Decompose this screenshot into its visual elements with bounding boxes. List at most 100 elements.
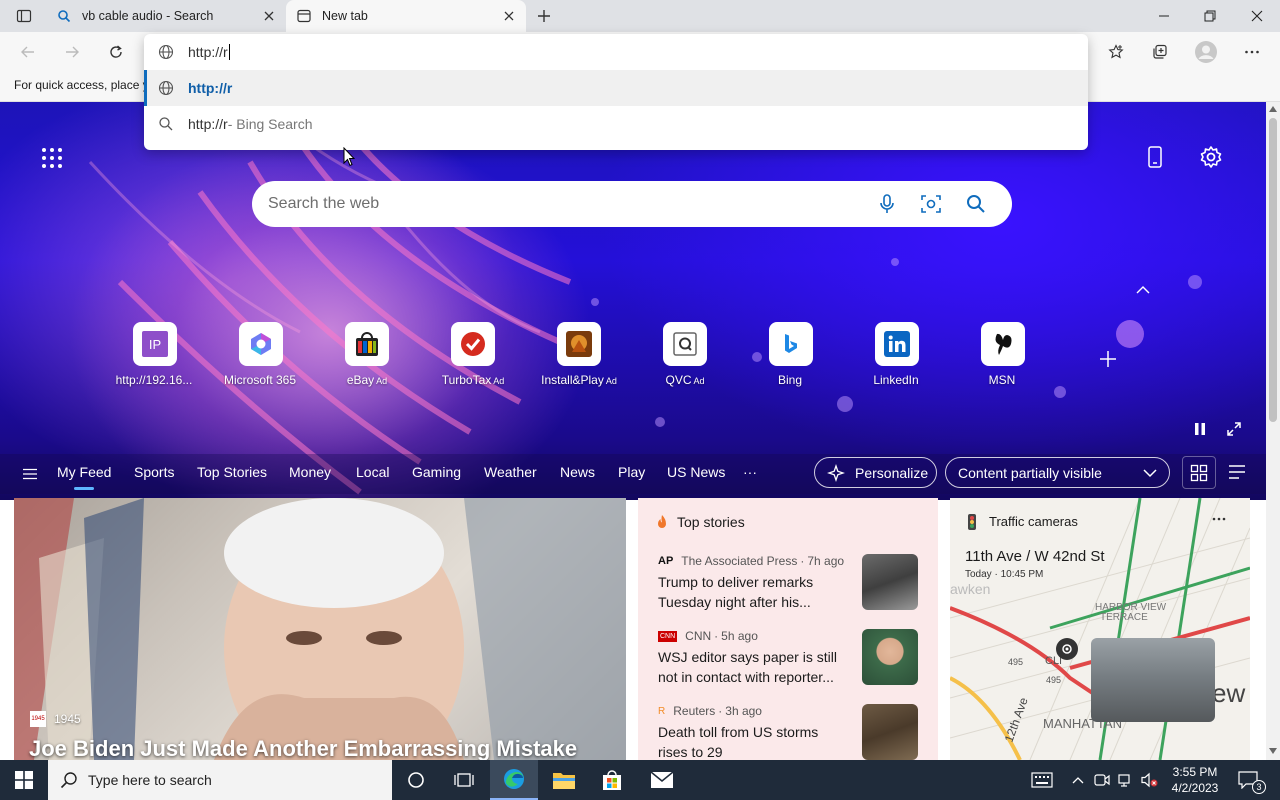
keyboard-icon[interactable] [1018, 760, 1066, 800]
address-bar-input[interactable]: http://r [144, 34, 1088, 70]
quick-link-bing[interactable]: Bing [746, 322, 836, 387]
forward-arrow-icon[interactable] [56, 36, 88, 68]
suggestion-bing-search[interactable]: http://r - Bing Search [144, 106, 1088, 142]
task-view-icon[interactable] [440, 760, 488, 800]
search-icon[interactable] [965, 193, 987, 215]
reuters-logo: R [658, 705, 666, 717]
quick-link-linkedin[interactable]: LinkedIn [852, 322, 942, 387]
collections-icon[interactable] [1144, 36, 1176, 68]
refresh-icon[interactable] [100, 36, 132, 68]
story-item[interactable]: AP The Associated Press · 7h ago Trump to d… [658, 554, 928, 612]
quick-link-label: LinkedIn [873, 373, 919, 387]
install-play-icon [557, 322, 601, 366]
camera-marker-icon[interactable] [1056, 638, 1078, 660]
mail-icon[interactable] [638, 760, 686, 800]
settings-gear-icon[interactable] [1199, 145, 1223, 169]
story-headline[interactable]: WSJ editor says paper is still not in co… [658, 647, 848, 687]
quick-link-turbotax[interactable]: TurboTax Ad [428, 322, 518, 387]
background-image [0, 102, 1266, 500]
add-quick-link-icon[interactable] [1098, 349, 1118, 369]
more-menu-icon[interactable] [1236, 36, 1268, 68]
story-source: 1945 1945 [30, 711, 81, 727]
close-tab-icon[interactable] [502, 9, 516, 23]
feed-tab-my-feed[interactable]: My Feed [57, 464, 111, 480]
top-stories-title[interactable]: Top stories [677, 514, 745, 530]
restore-icon[interactable] [1187, 0, 1233, 32]
network-icon[interactable] [1114, 760, 1138, 800]
story-headline[interactable]: Joe Biden Just Made Another Embarrassing… [29, 736, 577, 760]
suggestion-url[interactable]: http://r [144, 70, 1088, 106]
quick-link-qvc[interactable]: QVC Ad [640, 322, 730, 387]
story-thumbnail [862, 554, 918, 610]
scroll-up-icon[interactable] [1269, 106, 1277, 112]
quick-link-ebay[interactable]: eBay Ad [322, 322, 412, 387]
hamburger-menu-icon[interactable] [22, 466, 38, 482]
feed-tab-money[interactable]: Money [289, 464, 331, 480]
new-tab-plus-icon[interactable] [528, 0, 560, 32]
microsoft-store-icon[interactable] [588, 760, 636, 800]
close-tab-icon[interactable] [262, 9, 276, 23]
globe-icon [158, 44, 174, 60]
story-headline[interactable]: Death toll from US storms rises to 29 [658, 722, 848, 760]
mouse-pointer-icon [343, 147, 355, 167]
cortana-icon[interactable] [392, 760, 440, 800]
notifications-icon[interactable]: 3 [1228, 760, 1268, 800]
feed-tab-weather[interactable]: Weather [484, 464, 537, 480]
tab-search[interactable]: vb cable audio - Search [46, 0, 286, 32]
file-explorer-icon[interactable] [540, 760, 588, 800]
favorites-star-icon[interactable] [1100, 36, 1132, 68]
tab-actions-icon[interactable] [8, 0, 40, 32]
microphone-icon[interactable] [876, 193, 898, 215]
clock-time: 3:55 PM [1172, 765, 1218, 779]
feed-tab-top-stories[interactable]: Top Stories [197, 464, 267, 480]
close-window-icon[interactable] [1234, 0, 1280, 32]
quick-link-install-play[interactable]: Install&Play Ad [534, 322, 624, 387]
system-clock[interactable]: 3:55 PM 4/2/2023 [1164, 764, 1226, 796]
story-headline[interactable]: Trump to deliver remarks Tuesday night a… [658, 572, 848, 612]
feed-tab-local[interactable]: Local [356, 464, 389, 480]
windows-start-icon[interactable] [0, 760, 48, 800]
pause-background-icon[interactable] [1192, 421, 1208, 437]
feed-more-button[interactable]: ··· [743, 464, 757, 480]
story-item[interactable]: R Reuters · 3h ago Death toll from US storm… [658, 704, 928, 760]
list-layout-icon[interactable] [1228, 464, 1246, 480]
traffic-cameras-card[interactable]: HARBOR VIEW TERRACE MANHATTAN 495 495 12… [950, 498, 1250, 760]
profile-avatar-icon[interactable] [1190, 36, 1222, 68]
volume-muted-icon[interactable] [1138, 760, 1162, 800]
meet-now-icon[interactable] [1090, 760, 1114, 800]
globe-icon [158, 80, 174, 96]
address-bar-dropdown: http://r http://r http://r - Bing Search [144, 34, 1088, 150]
svg-text:IP: IP [149, 337, 161, 352]
feed-tab-sports[interactable]: Sports [134, 464, 174, 480]
phone-icon[interactable] [1145, 146, 1165, 168]
story-item[interactable]: CNN CNN · 5h ago WSJ editor says paper is s… [658, 629, 928, 687]
feed-tab-us-news[interactable]: US News [667, 464, 725, 480]
taskbar-search-box[interactable]: Type here to search [48, 760, 392, 800]
quick-link-microsoft-365[interactable]: Microsoft 365 [216, 322, 306, 387]
minimize-icon[interactable] [1141, 0, 1187, 32]
more-options-icon[interactable] [1212, 512, 1226, 526]
content-visibility-dropdown[interactable]: Content partially visible [945, 457, 1170, 488]
search-icon [158, 116, 174, 132]
feed-tab-news[interactable]: News [560, 464, 595, 480]
page-scrollbar[interactable] [1266, 102, 1280, 760]
feed-tab-gaming[interactable]: Gaming [412, 464, 461, 480]
back-arrow-icon[interactable] [12, 36, 44, 68]
personalize-button[interactable]: Personalize [814, 457, 937, 488]
web-search-box[interactable]: Search the web [252, 181, 1012, 227]
collapse-chevron-up-icon[interactable] [1135, 283, 1151, 297]
feed-tab-play[interactable]: Play [618, 464, 645, 480]
scroll-thumb[interactable] [1269, 118, 1277, 422]
edge-taskbar-icon[interactable] [490, 760, 538, 800]
tab-new-tab[interactable]: New tab [286, 0, 526, 32]
expand-icon[interactable] [1226, 421, 1242, 437]
apps-grid-icon[interactable] [40, 146, 64, 170]
quick-link-ip[interactable]: IP http://192.16... [110, 322, 200, 387]
grid-layout-icon[interactable] [1182, 456, 1216, 489]
visual-search-icon[interactable] [920, 193, 942, 215]
camera-snapshot[interactable] [1091, 638, 1215, 722]
quick-link-msn[interactable]: MSN [958, 322, 1048, 387]
scroll-down-icon[interactable] [1269, 748, 1277, 754]
main-story-card[interactable]: 1945 1945 Joe Biden Just Made Another Em… [14, 498, 626, 760]
show-hidden-icons-chevron-icon[interactable] [1066, 760, 1090, 800]
